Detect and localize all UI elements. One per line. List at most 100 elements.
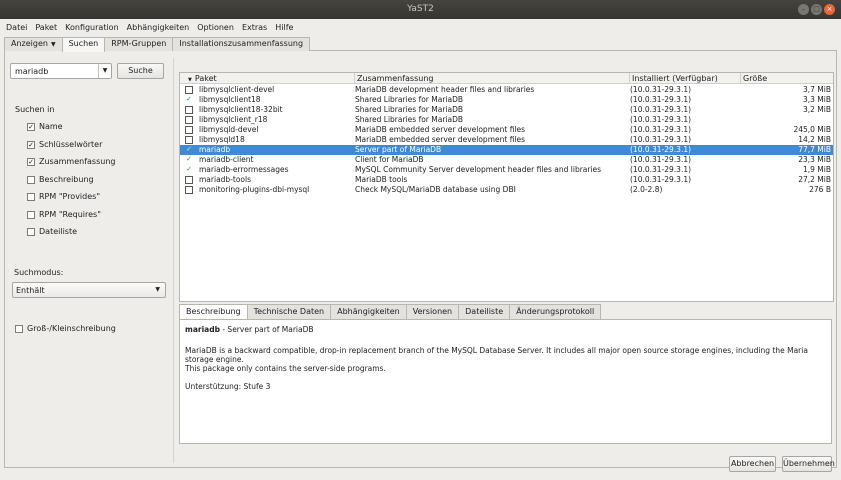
- status-checkbox-empty[interactable]: [185, 86, 193, 94]
- status-checkbox-empty[interactable]: [185, 186, 193, 194]
- chevron-down-icon: ▼: [155, 286, 160, 293]
- cell-summary: Server part of MariaDB: [355, 145, 442, 154]
- option-case-sensitive[interactable]: Groß-/Kleinschreibung: [15, 324, 116, 333]
- search-mode-value: Enthält: [16, 286, 45, 295]
- menu-paket[interactable]: Paket: [35, 23, 57, 32]
- table-row[interactable]: ✓ libmysqlclient18 Shared Libraries for Ma…: [180, 95, 833, 105]
- description-paragraph: MariaDB is a backward compatible, drop-i…: [185, 346, 808, 364]
- menu-optionen[interactable]: Optionen: [197, 23, 234, 32]
- table-row[interactable]: ✓ mariadb Server part of MariaDB (10.0.31-2…: [180, 145, 833, 155]
- option-filelist[interactable]: Dateiliste: [27, 227, 77, 236]
- checkbox-requires[interactable]: [27, 210, 35, 219]
- table-row[interactable]: ✓ mariadb-client Client for MariaDB (10.0.3…: [180, 155, 833, 165]
- search-mode-select[interactable]: Enthält ▼: [12, 282, 166, 298]
- cell-installed: (2.0-2.8): [630, 185, 663, 194]
- cell-summary: Client for MariaDB: [355, 155, 424, 164]
- menu-hilfe[interactable]: Hilfe: [275, 23, 293, 32]
- tab-dependencies[interactable]: Abhängigkeiten: [330, 304, 407, 319]
- status-checkbox-empty[interactable]: [185, 106, 193, 114]
- cell-installed: (10.0.31-29.3.1): [630, 145, 692, 154]
- column-summary[interactable]: Zusammenfassung: [354, 73, 629, 84]
- option-filelist-label: Dateiliste: [39, 227, 78, 236]
- column-package[interactable]: ▼ Paket: [180, 73, 354, 84]
- minimize-icon[interactable]: –: [798, 4, 809, 15]
- cell-package: mariadb-errormessages: [199, 165, 289, 174]
- window-title: YaST2: [407, 4, 434, 14]
- panel-splitter[interactable]: [173, 58, 174, 463]
- auto-install-icon[interactable]: ✓: [185, 166, 193, 174]
- cell-summary: MariaDB development header files and lib…: [355, 85, 535, 94]
- option-requires[interactable]: RPM "Requires": [27, 210, 101, 219]
- checkbox-name[interactable]: ✓: [27, 122, 35, 131]
- auto-install-icon[interactable]: ✓: [185, 156, 193, 164]
- cancel-button[interactable]: Abbrechen: [729, 456, 776, 472]
- tab-search[interactable]: Suchen: [61, 37, 106, 52]
- search-in-label: Suchen in: [15, 105, 55, 114]
- menu-abhaengigkeiten[interactable]: Abhängigkeiten: [127, 23, 190, 32]
- table-row[interactable]: libmysqlclient18-32bit Shared Libraries f…: [180, 105, 833, 115]
- cell-package: mariadb-tools: [199, 175, 252, 184]
- option-description[interactable]: Beschreibung: [27, 175, 94, 184]
- description-support-level: Unterstützung: Stufe 3: [185, 382, 271, 391]
- table-row[interactable]: libmysqld18 MariaDB embedded server devel…: [180, 135, 833, 145]
- option-summary[interactable]: ✓ Zusammenfassung: [27, 157, 115, 166]
- install-check-icon[interactable]: ✓: [185, 146, 193, 154]
- cell-size: 1,9 MiB: [802, 165, 831, 174]
- checkbox-provides[interactable]: [27, 192, 35, 201]
- tab-rpm-groups[interactable]: RPM-Gruppen: [104, 37, 174, 51]
- table-row[interactable]: libmysqlclient-devel MariaDB development …: [180, 85, 833, 95]
- checkbox-filelist[interactable]: [27, 227, 35, 236]
- table-row[interactable]: ✓ mariadb-errormessages MySQL Community Se…: [180, 165, 833, 175]
- maximize-icon[interactable]: □: [811, 4, 822, 15]
- option-keywords-label: Schlüsselwörter: [39, 140, 103, 149]
- tab-technical-data[interactable]: Technische Daten: [246, 304, 332, 319]
- option-name-label: Name: [39, 122, 63, 131]
- search-button[interactable]: Suche: [117, 63, 164, 79]
- tab-install-summary[interactable]: Installationszusammenfassung: [172, 37, 311, 51]
- close-icon[interactable]: ×: [824, 4, 835, 15]
- status-checkbox-empty[interactable]: [185, 136, 193, 144]
- cell-installed: (10.0.31-29.3.1): [630, 135, 692, 144]
- status-checkbox-empty[interactable]: [185, 116, 193, 124]
- column-size[interactable]: Größe: [740, 73, 833, 84]
- checkbox-case-sensitive[interactable]: [15, 324, 23, 333]
- menu-datei[interactable]: Datei: [6, 23, 27, 32]
- accept-button[interactable]: Übernehmen: [782, 456, 835, 472]
- checkbox-description[interactable]: [27, 175, 35, 184]
- tab-filelist[interactable]: Dateiliste: [458, 304, 511, 319]
- cell-package: libmysqld18: [199, 135, 245, 144]
- cell-package: monitoring-plugins-dbi-mysql: [199, 185, 310, 194]
- menu-konfiguration[interactable]: Konfiguration: [65, 23, 119, 32]
- tab-changelog[interactable]: Änderungsprotokoll: [509, 304, 602, 319]
- table-header: ▼ Paket Zusammenfassung Installiert (Verf…: [180, 73, 833, 84]
- table-row[interactable]: mariadb-tools MariaDB tools (10.0.31-29.3.…: [180, 175, 833, 185]
- cell-installed: (10.0.31-29.3.1): [630, 105, 692, 114]
- checkbox-keywords[interactable]: ✓: [27, 140, 35, 149]
- menu-extras[interactable]: Extras: [242, 23, 267, 32]
- cell-summary: Shared Libraries for MariaDB: [355, 95, 464, 104]
- cell-installed: (10.0.31-29.3.1): [630, 165, 692, 174]
- cell-size: 14,2 MiB: [798, 135, 831, 144]
- search-input[interactable]: mariadb ▼: [10, 63, 112, 79]
- tab-view[interactable]: Anzeigen ▼: [4, 37, 63, 51]
- tab-description[interactable]: Beschreibung: [179, 304, 248, 319]
- option-keywords[interactable]: ✓ Schlüsselwörter: [27, 140, 102, 149]
- auto-install-icon[interactable]: ✓: [185, 96, 193, 104]
- status-checkbox-empty[interactable]: [185, 176, 193, 184]
- cell-summary: MariaDB embedded server development file…: [355, 135, 526, 144]
- checkbox-summary[interactable]: ✓: [27, 157, 35, 166]
- status-checkbox-empty[interactable]: [185, 126, 193, 134]
- description-package-name: mariadb: [185, 325, 220, 334]
- table-row[interactable]: libmysqlclient_r18 Shared Libraries for M…: [180, 115, 833, 125]
- option-provides[interactable]: RPM "Provides": [27, 192, 100, 201]
- cell-size: 3,7 MiB: [802, 85, 831, 94]
- table-row[interactable]: monitoring-plugins-dbi-mysql Check MySQL/…: [180, 185, 833, 195]
- window-titlebar: YaST2 – □ ×: [0, 0, 841, 19]
- chevron-down-icon[interactable]: ▼: [98, 64, 111, 78]
- option-name[interactable]: ✓ Name: [27, 122, 63, 131]
- tab-versions[interactable]: Versionen: [405, 304, 460, 319]
- tab-view-label: Anzeigen: [11, 39, 48, 48]
- table-row[interactable]: libmysqld-devel MariaDB embedded server d…: [180, 125, 833, 135]
- column-installed[interactable]: Installiert (Verfügbar): [629, 73, 740, 84]
- cell-summary: MariaDB tools: [355, 175, 408, 184]
